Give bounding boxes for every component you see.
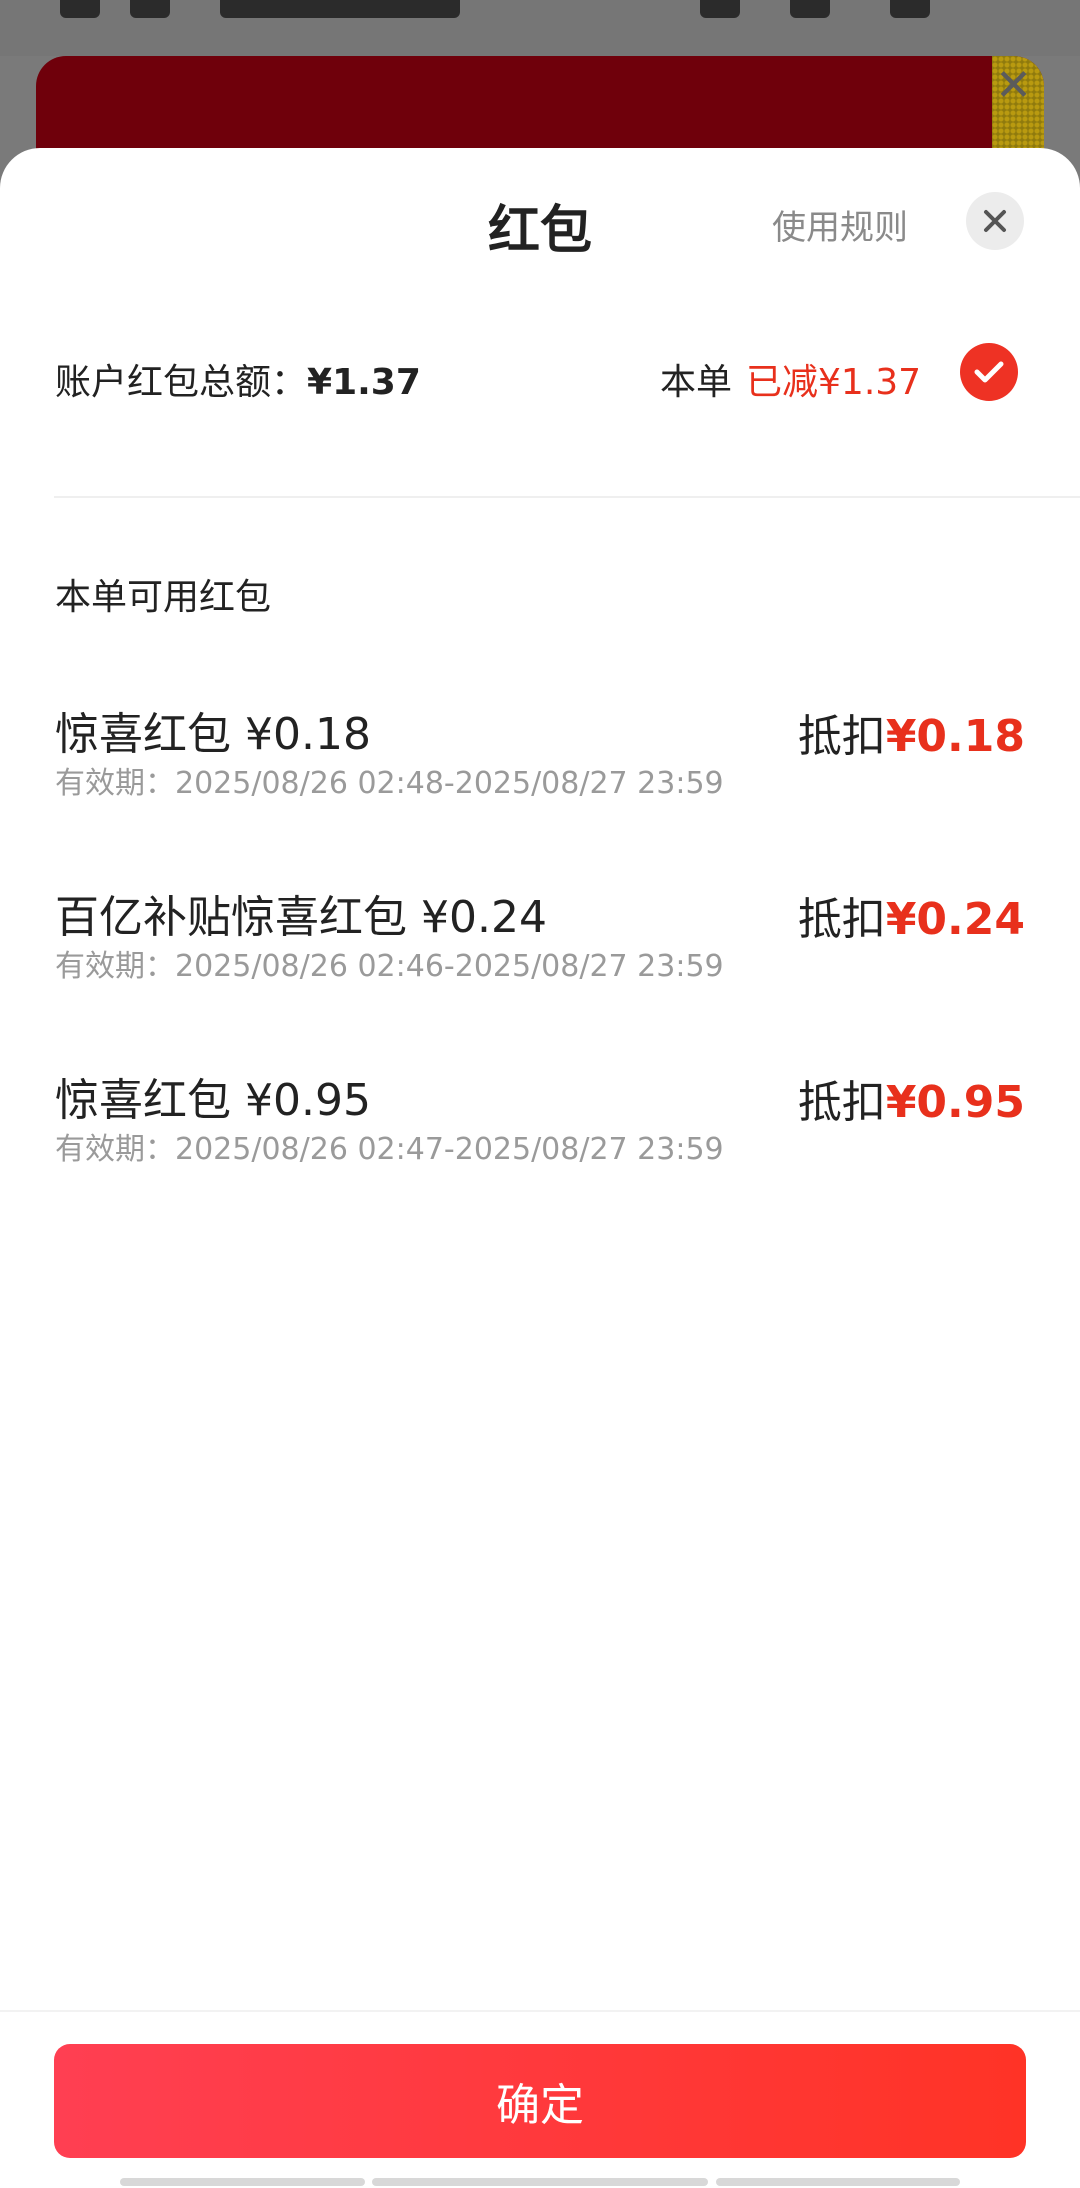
- system-nav-bar: [716, 2178, 960, 2186]
- account-total-value: ¥1.37: [307, 362, 421, 403]
- packet-deduct: 抵扣¥0.95: [798, 1066, 1025, 1130]
- deduct-amount: ¥0.95: [885, 1077, 1025, 1128]
- red-packet-sheet: 红包 使用规则 账户红包总额：¥1.37 本单 已减¥1.37 本单可用红包 惊喜…: [0, 148, 1080, 2188]
- usage-rules-link[interactable]: 使用规则: [772, 200, 908, 249]
- packet-validity: 有效期：2025/08/26 02:46-2025/08/27 23:59: [55, 949, 724, 984]
- close-icon: [984, 210, 1006, 232]
- red-packet-item[interactable]: 百亿补贴惊喜红包 ¥0.24 有效期：2025/08/26 02:46-2025…: [55, 881, 1025, 1001]
- background-top-bar: [0, 0, 1080, 56]
- close-button[interactable]: [966, 192, 1024, 250]
- account-total: 账户红包总额：¥1.37: [55, 353, 421, 405]
- account-total-label: 账户红包总额：: [55, 362, 308, 403]
- background-forward-icon: [130, 0, 170, 18]
- order-label: 本单: [660, 362, 733, 403]
- red-packet-item[interactable]: 惊喜红包 ¥0.18 有效期：2025/08/26 02:48-2025/08/…: [55, 698, 1025, 818]
- background-share-icon: [790, 0, 830, 18]
- system-nav-bar: [120, 2178, 365, 2186]
- red-packet-item[interactable]: 惊喜红包 ¥0.95 有效期：2025/08/26 02:47-2025/08/…: [55, 1064, 1025, 1184]
- confirm-button[interactable]: 确定: [54, 2044, 1026, 2158]
- use-red-packet-checkbox[interactable]: [960, 343, 1018, 401]
- packet-name: 惊喜红包 ¥0.95: [55, 1075, 371, 1126]
- sheet-title: 红包: [487, 201, 592, 261]
- background-title: [220, 0, 460, 18]
- system-nav-bar: [372, 2178, 708, 2186]
- packet-validity: 有效期：2025/08/26 02:48-2025/08/27 23:59: [55, 766, 724, 801]
- order-discount: 已减¥1.37: [746, 362, 922, 403]
- footer-divider: [0, 2010, 1080, 2012]
- background-back-icon: [60, 0, 100, 18]
- background-cart-icon: [890, 0, 930, 18]
- packet-deduct: 抵扣¥0.18: [798, 700, 1025, 764]
- deduct-amount: ¥0.24: [885, 894, 1025, 945]
- background-search-icon: [700, 0, 740, 18]
- packet-validity: 有效期：2025/08/26 02:47-2025/08/27 23:59: [55, 1132, 724, 1167]
- packet-name: 百亿补贴惊喜红包 ¥0.24: [55, 892, 547, 943]
- available-packets-title: 本单可用红包: [55, 577, 272, 618]
- deduct-label: 抵扣: [797, 1077, 886, 1128]
- order-discount-row: 本单 已减¥1.37: [660, 353, 921, 405]
- deduct-label: 抵扣: [797, 711, 886, 762]
- deduct-label: 抵扣: [797, 894, 886, 945]
- check-icon: [974, 361, 1004, 383]
- section-divider: [54, 496, 1080, 498]
- packet-deduct: 抵扣¥0.24: [798, 883, 1025, 947]
- packet-name: 惊喜红包 ¥0.18: [55, 709, 371, 760]
- background-close-icon: ✕: [995, 60, 1032, 111]
- deduct-amount: ¥0.18: [885, 711, 1025, 762]
